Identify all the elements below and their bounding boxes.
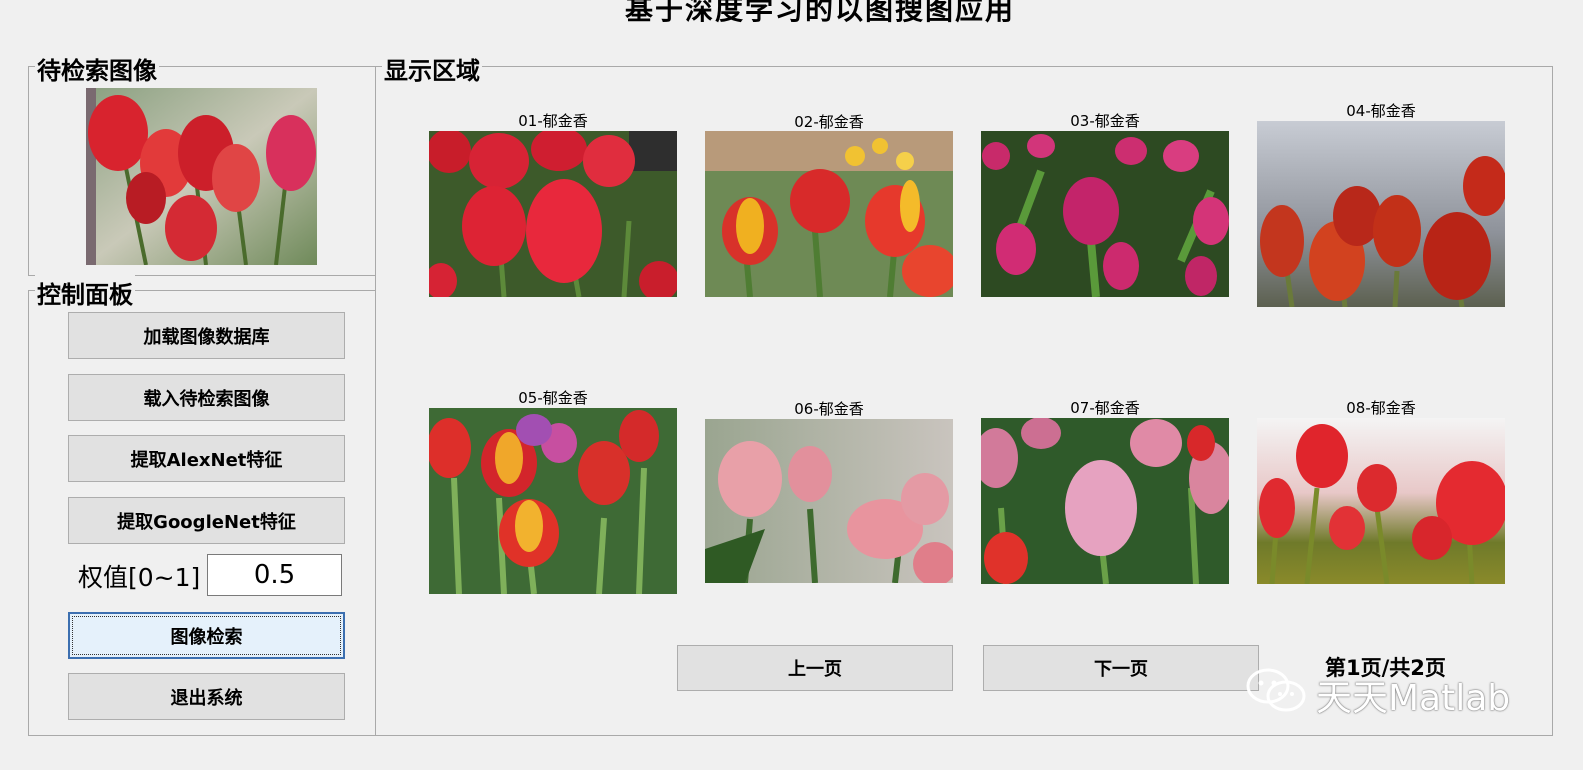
- result-caption: 06-郁金香: [794, 400, 864, 418]
- app-title: 基于深度学习的以图搜图应用: [624, 0, 1015, 26]
- watermark: 天天Matlab: [1246, 668, 1511, 719]
- result-image[interactable]: [1257, 121, 1505, 307]
- image-search-button[interactable]: 图像检索: [68, 612, 345, 659]
- extract-googlenet-button[interactable]: 提取GoogleNet特征: [68, 497, 345, 544]
- display-panel-title: 显示区域: [382, 51, 482, 86]
- result-caption: 05-郁金香: [518, 389, 588, 407]
- query-panel-title: 待检索图像: [35, 51, 159, 86]
- query-image: [86, 88, 317, 265]
- result-caption: 07-郁金香: [1070, 399, 1140, 417]
- result-image[interactable]: [705, 131, 953, 297]
- result-image[interactable]: [429, 408, 677, 594]
- result-caption: 01-郁金香: [518, 112, 588, 130]
- result-caption: 03-郁金香: [1070, 112, 1140, 130]
- extract-alexnet-button[interactable]: 提取AlexNet特征: [68, 435, 345, 482]
- load-database-button[interactable]: 加载图像数据库: [68, 312, 345, 359]
- result-caption: 08-郁金香: [1346, 399, 1416, 417]
- exit-button[interactable]: 退出系统: [68, 673, 345, 720]
- weight-input[interactable]: 0.5: [207, 554, 342, 596]
- result-image[interactable]: [429, 131, 677, 297]
- result-image[interactable]: [705, 419, 953, 583]
- next-page-button[interactable]: 下一页: [983, 645, 1259, 691]
- query-image-panel: 待检索图像: [28, 51, 376, 276]
- control-panel-title: 控制面板: [35, 275, 135, 310]
- result-image[interactable]: [1257, 418, 1505, 584]
- watermark-text: 天天Matlab: [1316, 678, 1511, 719]
- prev-page-button[interactable]: 上一页: [677, 645, 953, 691]
- wechat-icon: [1246, 668, 1308, 723]
- result-caption: 04-郁金香: [1346, 102, 1416, 120]
- result-image[interactable]: [981, 131, 1229, 297]
- load-query-image-button[interactable]: 载入待检索图像: [68, 374, 345, 421]
- result-image[interactable]: [981, 418, 1229, 584]
- result-caption: 02-郁金香: [794, 113, 864, 131]
- weight-label: 权值[0~1]: [78, 563, 201, 592]
